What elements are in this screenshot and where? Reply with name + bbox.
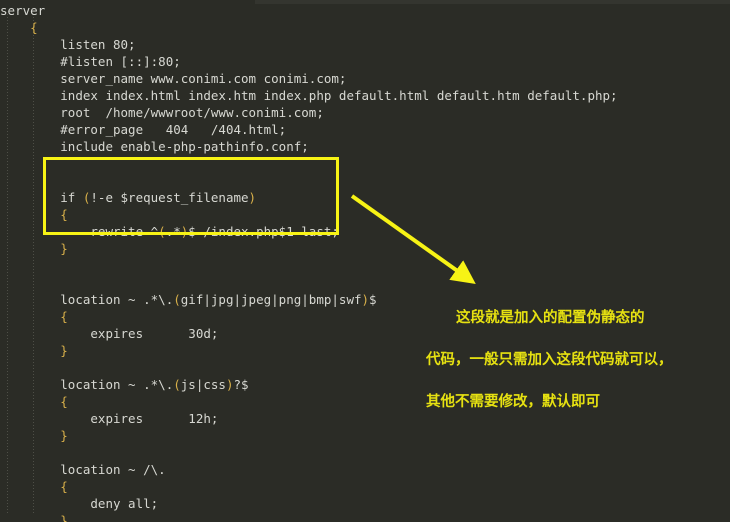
code-line: {	[30, 20, 38, 35]
code-line: location ~ /\.	[60, 462, 166, 477]
code-line: index index.html index.htm index.php def…	[60, 88, 618, 103]
code-line: include enable-php-pathinfo.conf;	[60, 139, 309, 154]
annotation-arrow-icon	[350, 194, 476, 284]
code-line: if (!-e $request_filename)	[60, 190, 257, 205]
annotation-line-2: 代码，一般只需加入这段代码就可以，	[426, 352, 673, 368]
code-line: #listen [::]:80;	[60, 54, 181, 69]
chinese-annotation-text: 这段就是加入的配置伪静态的 代码，一般只需加入这段代码就可以， 其他不需要修改，…	[426, 287, 726, 434]
code-line: {	[60, 479, 68, 494]
editor-screenshot: server { listen 80; #listen [::]:80; ser…	[0, 0, 730, 522]
code-line: rewrite ^(.*)$ /index.php$1 last;	[90, 224, 339, 239]
code-line: }	[60, 241, 68, 256]
code-line: #error_page 404 /404.html;	[60, 122, 287, 137]
code-line: listen 80;	[60, 37, 136, 52]
code-editor-content[interactable]: server { listen 80; #listen [::]:80; ser…	[0, 0, 618, 522]
code-line: deny all;	[90, 496, 159, 511]
code-line: {	[60, 207, 68, 222]
code-line: server	[0, 3, 46, 18]
annotation-line-3: 其他不需要修改，默认即可	[426, 394, 600, 410]
code-line: server_name www.conimi.com conimi.com;	[60, 71, 347, 86]
code-line: }	[60, 513, 68, 522]
annotation-line-1: 这段就是加入的配置伪静态的	[456, 310, 645, 326]
code-line: root /home/wwwroot/www.conimi.com;	[60, 105, 324, 120]
